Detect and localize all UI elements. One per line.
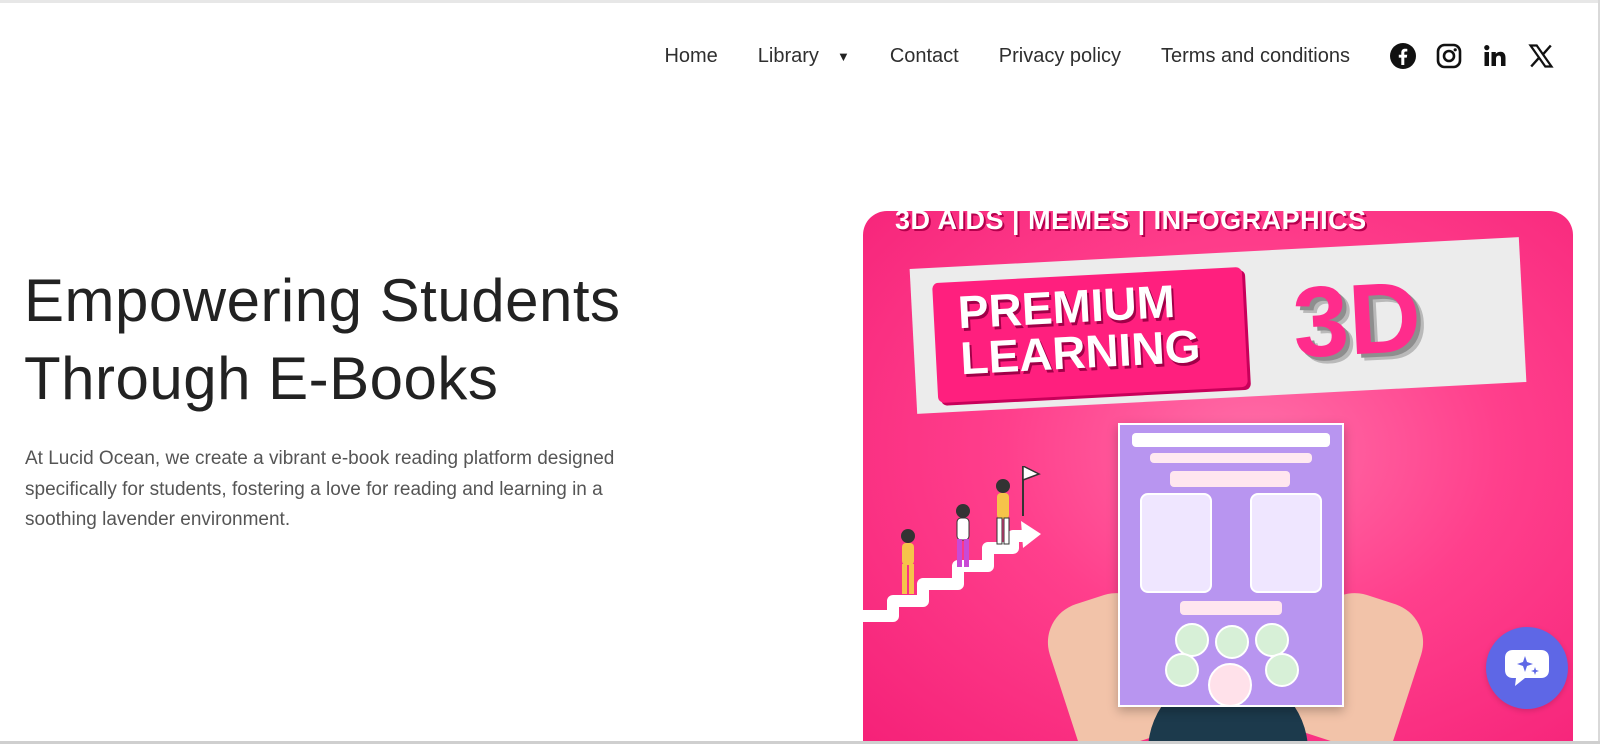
- hero-title-line2: Through E-Books: [24, 345, 499, 412]
- infographic-book: [1118, 423, 1344, 707]
- nav-library-dropdown[interactable]: Library ▼: [758, 45, 850, 68]
- social-links: [1390, 43, 1554, 69]
- ai-chat-button[interactable]: [1486, 627, 1568, 709]
- instagram-icon[interactable]: [1436, 43, 1462, 69]
- hero-title: Empowering Students Through E-Books: [24, 262, 784, 418]
- hero-description: At Lucid Ocean, we create a vibrant e-bo…: [25, 448, 615, 530]
- caret-down-icon: ▼: [836, 48, 850, 64]
- promo-top-banner: 3D AIDS | MEMES | INFOGRAPHICS: [895, 211, 1367, 235]
- x-icon[interactable]: [1528, 43, 1554, 69]
- nav-privacy-policy[interactable]: Privacy policy: [999, 45, 1121, 68]
- nav-terms-and-conditions[interactable]: Terms and conditions: [1161, 45, 1350, 68]
- facebook-icon[interactable]: [1390, 43, 1416, 69]
- nav-contact[interactable]: Contact: [890, 45, 959, 68]
- hero-title-line1: Empowering Students: [24, 267, 621, 334]
- linkedin-icon[interactable]: [1482, 43, 1508, 69]
- hero-promo-image: 3D AIDS | MEMES | INFOGRAPHICS PREMIUM L…: [863, 211, 1573, 744]
- promo-premium-line2: LEARNING: [959, 319, 1202, 385]
- nav-library-label: Library: [757, 44, 819, 67]
- climbing-figures-illustration: [863, 466, 1041, 622]
- ai-chat-icon: [1505, 650, 1549, 686]
- top-border: [0, 0, 1600, 3]
- main-nav: Home Library ▼ Contact Privacy policy Te…: [664, 38, 1554, 74]
- promo-premium-text: PREMIUM LEARNING: [957, 275, 1202, 385]
- promo-3d-text: 3D: [1290, 260, 1424, 380]
- nav-home[interactable]: Home: [664, 45, 717, 68]
